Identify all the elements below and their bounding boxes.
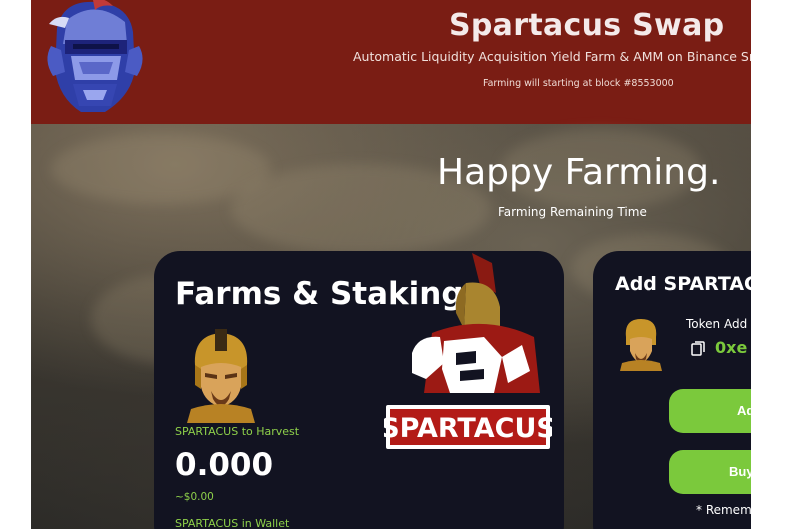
farming-start-note: Farming will starting at block #8553000 [483,78,674,89]
farms-staking-card: Farms & Staking SPARTACUS to Harvest 0.0… [154,251,564,529]
spartan-warrior-icon [620,319,662,371]
add-token-button[interactable]: Add $ [669,389,751,433]
buy-token-button[interactable]: Buy $SF [669,450,751,494]
farming-remaining-label: Farming Remaining Time [498,205,647,219]
wallet-balance-label: SPARTACUS in Wallet [175,517,290,529]
harvest-value: 0.000 [175,447,274,483]
site-title: Spartacus Swap [449,8,725,43]
spartan-warrior-icon [187,329,255,423]
header-banner: Spartacus Swap Automatic Liquidity Acqui… [31,0,751,124]
site-subtitle: Automatic Liquidity Acquisition Yield Fa… [353,49,751,64]
knight-mascot-icon[interactable] [43,0,147,118]
harvest-usd-value: ~$0.00 [175,491,214,503]
hero-heading: Happy Farming. [437,152,721,193]
token-address-value[interactable]: 0xe [715,338,747,357]
add-card-title: Add SPARTAC [615,273,751,295]
harvest-label: SPARTACUS to Harvest [175,425,300,438]
token-address-label: Token Add [686,317,748,331]
spartacus-brand-logo: SPARTACUS [384,253,552,449]
page-frame: Spartacus Swap Automatic Liquidity Acqui… [31,0,751,529]
copy-icon[interactable] [691,341,705,356]
brand-logo-text: SPARTACUS [384,413,552,444]
remember-note: * Remem [696,503,751,517]
add-token-card: Add SPARTAC Token Add 0xe Add $ Buy $SF … [593,251,751,529]
